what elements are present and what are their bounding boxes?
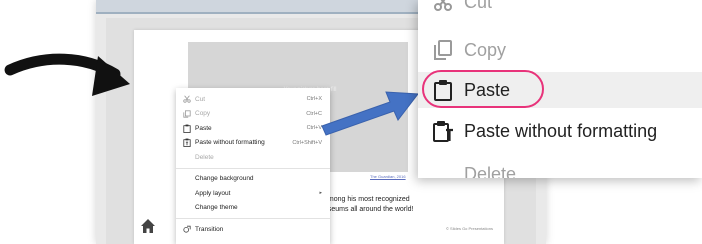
copy-icon [432, 39, 454, 61]
paste-highlight-ring [422, 70, 544, 108]
menu-item-copy[interactable]: Copy Ctrl+C [176, 107, 330, 122]
context-menu: Cut Ctrl+X Copy Ctrl+C Paste Ctrl+V Past… [176, 88, 330, 244]
image-credit-link[interactable]: The Guardian, 2016 [370, 174, 406, 179]
menu-item-label: Delete [195, 153, 214, 161]
home-icon[interactable] [140, 218, 156, 234]
menu-item-label: Paste [195, 124, 212, 132]
clipboard-icon [182, 124, 191, 133]
menu-item-paste-without-formatting[interactable]: Paste without formatting Ctrl+Shift+V [176, 136, 330, 151]
scissors-icon [432, 0, 454, 13]
menu-item-label: Apply layout [195, 189, 231, 197]
menu-item-label: Transition [195, 225, 224, 233]
scissors-icon [182, 95, 191, 104]
submenu-arrow-icon: ▸ [319, 190, 322, 197]
clipboard-text-icon [182, 138, 191, 148]
zoom-menu-item-cut[interactable]: Cut [418, 0, 702, 20]
menu-item-label: Cut [195, 95, 206, 103]
menu-item-paste[interactable]: Paste Ctrl+V [176, 121, 330, 136]
zoom-menu-item-label: Delete [464, 163, 517, 179]
menu-separator [176, 218, 330, 219]
menu-item-cut[interactable]: Cut Ctrl+X [176, 92, 330, 107]
menu-item-delete[interactable]: Delete [176, 150, 330, 165]
menu-item-label: Change background [195, 175, 254, 183]
slide-body-text: among his most recognized useums all aro… [324, 196, 414, 213]
menu-item-label: Paste without formatting [195, 139, 265, 147]
menu-item-change-theme[interactable]: Change theme [176, 201, 330, 216]
zoom-menu-item-copy[interactable]: Copy [418, 32, 702, 68]
blank-icon-slot [432, 163, 454, 178]
zoom-menu-item-paste-without-formatting[interactable]: Paste without formatting [418, 113, 702, 149]
zoom-menu-item-delete[interactable]: Delete [418, 156, 702, 179]
pointer-arrow-icon [321, 91, 419, 136]
zoom-menu-item-label: Paste without formatting [464, 120, 658, 141]
menu-item-change-background[interactable]: Change background [176, 172, 330, 187]
copy-icon [182, 109, 191, 118]
slide-footer-note: © Slides Go Presentations [446, 226, 493, 231]
swoosh-arrow-icon [4, 53, 130, 96]
zoom-menu-item-label: Copy [464, 39, 507, 60]
menu-item-apply-layout[interactable]: Apply layout ▸ [176, 186, 330, 201]
zoom-menu-item-label: Cut [464, 0, 493, 12]
menu-item-label: Change theme [195, 204, 238, 212]
menu-item-label: Copy [195, 110, 211, 118]
menu-item-transition[interactable]: Transition [176, 222, 330, 237]
transition-icon [182, 225, 191, 234]
menu-separator [176, 167, 330, 169]
clipboard-text-icon [432, 120, 454, 142]
menu-item-shortcut: Ctrl+Shift+V [292, 139, 322, 146]
